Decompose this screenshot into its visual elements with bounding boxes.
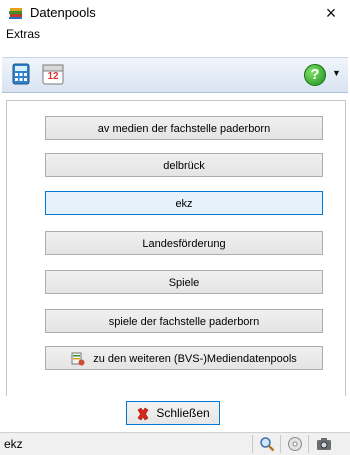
dialog-footer: Schließen: [0, 396, 350, 434]
camera-icon[interactable]: [316, 436, 332, 452]
pool-button-bvs-mediendatenpools[interactable]: zu den weiteren (BVS-)Mediendatenpools: [45, 346, 323, 370]
pool-button-landesfoerderung[interactable]: Landesförderung: [45, 231, 323, 255]
red-x-icon: [137, 407, 149, 421]
books-icon: [9, 8, 22, 19]
calendar-number: 12: [47, 71, 59, 82]
status-separator: [308, 435, 309, 453]
status-bar: ekz: [0, 432, 350, 455]
close-button[interactable]: Schließen: [126, 401, 220, 425]
magnifier-icon[interactable]: [259, 436, 275, 452]
pool-button-av-medien[interactable]: av medien der fachstelle paderborn: [45, 116, 323, 140]
pools-panel: av medien der fachstelle paderborn delbr…: [6, 100, 346, 398]
pool-button-spiele[interactable]: Spiele: [45, 270, 323, 294]
calculator-icon[interactable]: [10, 63, 32, 85]
help-button[interactable]: ?: [304, 64, 326, 86]
window-close-button[interactable]: ×: [312, 0, 350, 26]
window-title: Datenpools: [30, 5, 96, 20]
close-button-label: Schließen: [156, 406, 210, 420]
title-bar: Datenpools ×: [0, 0, 350, 26]
toolbar: 12 ? ▼: [2, 57, 348, 93]
calendar-icon[interactable]: 12: [42, 63, 64, 85]
pool-button-spiele-fachstelle[interactable]: spiele der fachstelle paderborn: [45, 309, 323, 333]
cd-icon[interactable]: [287, 436, 303, 452]
menu-extras[interactable]: Extras: [6, 27, 40, 41]
pool-button-bvs-label: zu den weiteren (BVS-)Mediendatenpools: [93, 353, 297, 365]
status-separator: [252, 435, 253, 453]
menu-bar: Extras: [0, 26, 350, 44]
help-dropdown-arrow[interactable]: ▼: [332, 68, 341, 78]
status-separator: [280, 435, 281, 453]
pool-button-delbrueck[interactable]: delbrück: [45, 153, 323, 177]
status-text: ekz: [4, 437, 23, 451]
pool-button-ekz[interactable]: ekz: [45, 191, 323, 215]
database-link-icon: [71, 352, 85, 366]
